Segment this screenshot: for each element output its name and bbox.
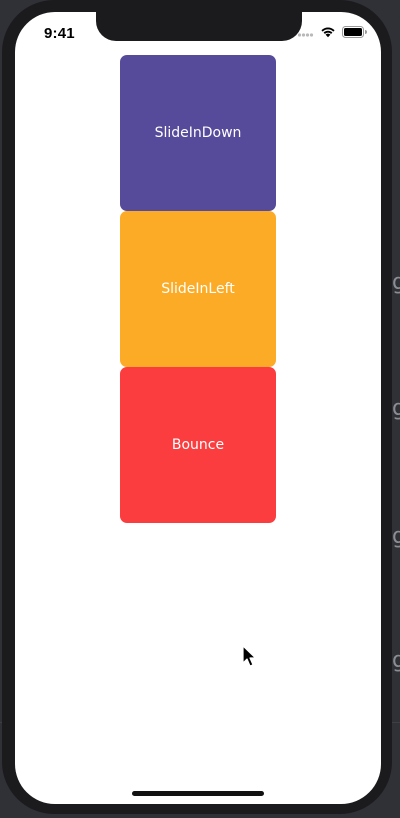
card-label: SlideInDown	[154, 125, 242, 141]
editor-text-fragment: g	[392, 272, 400, 294]
card-label: Bounce	[171, 437, 225, 453]
home-indicator[interactable]	[132, 791, 264, 796]
editor-text-fragment: g	[392, 526, 400, 548]
wifi-icon	[320, 25, 336, 43]
bounce-card[interactable]: Bounce	[120, 367, 276, 523]
status-time: 9:41	[44, 25, 75, 42]
card-label: SlideInLeft	[161, 281, 235, 297]
editor-text-fragment: g	[392, 398, 400, 420]
slide-in-left-card[interactable]: SlideInLeft	[120, 211, 276, 367]
phone-screen: 9:41 SlideInDown SlideInLeft Bounce	[15, 12, 381, 804]
editor-text-fragment: g	[392, 650, 400, 672]
mouse-cursor-icon	[242, 645, 258, 669]
status-icons	[297, 25, 367, 43]
notch	[96, 12, 302, 41]
slide-in-down-card[interactable]: SlideInDown	[120, 55, 276, 211]
phone-frame: 9:41 SlideInDown SlideInLeft Bounce	[2, 0, 392, 814]
signal-dots-icon	[297, 25, 314, 43]
battery-icon	[342, 25, 367, 43]
